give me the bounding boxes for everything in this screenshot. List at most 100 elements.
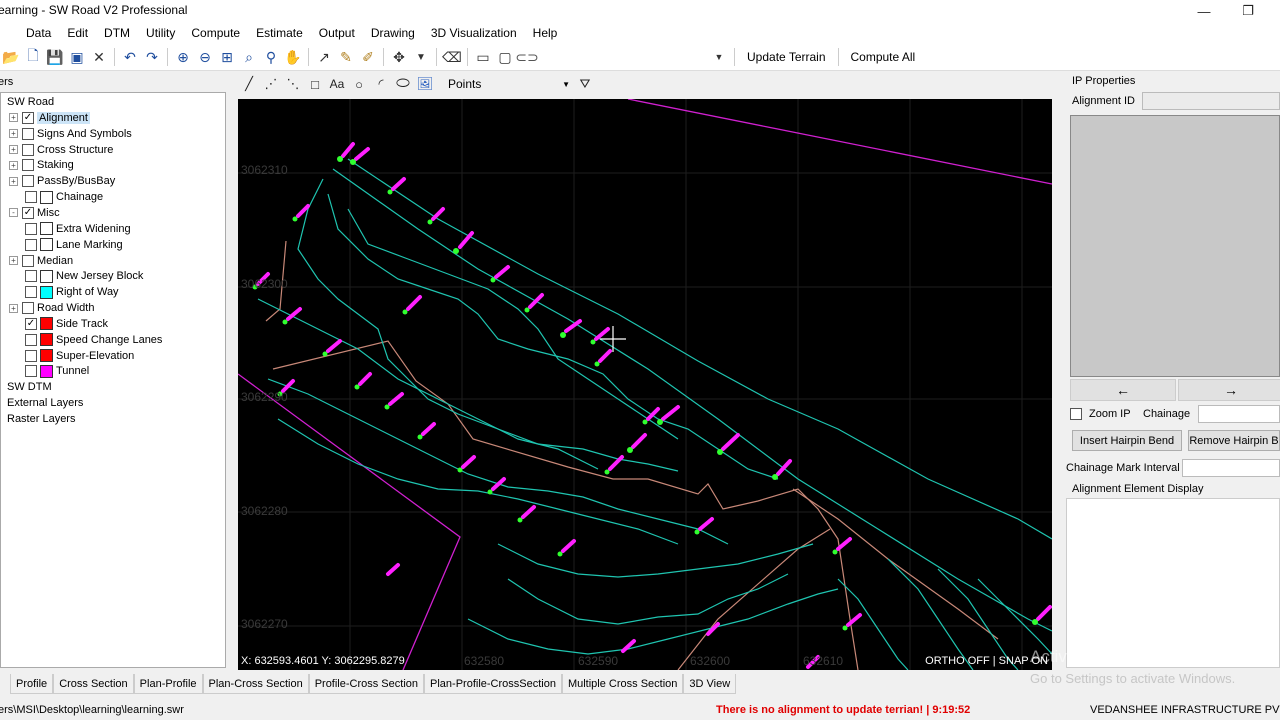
frame-icon[interactable]: ▢ [494,46,516,68]
zoom-out-icon[interactable]: ⊖ [194,46,216,68]
layer-item[interactable]: + Signs And Symbols [9,126,132,142]
layer-checkbox[interactable]: ✓ [22,111,34,124]
edit-tool-icon[interactable]: ✎ [335,46,357,68]
update-terrain-button[interactable]: Update Terrain [739,50,834,64]
expand-icon[interactable]: + [9,160,18,170]
menu-help[interactable]: Help [525,26,566,40]
zoom-ip-option[interactable]: Zoom IP [1070,408,1131,420]
move-dropdown-icon[interactable]: ▼ [410,46,432,68]
expand-icon[interactable]: + [9,145,18,155]
polyline-icon[interactable]: ⋰ [260,73,282,95]
layer-checkbox[interactable] [25,270,37,283]
zoom-extent-icon[interactable]: ⊞ [216,46,238,68]
text-icon[interactable]: Aa [326,73,348,95]
tab-plan-profile-crosssection[interactable]: Plan-Profile-CrossSection [424,674,562,694]
layer-checkbox[interactable] [22,254,34,267]
layer-checkbox[interactable] [22,302,34,315]
redo-icon[interactable]: ↷ [141,46,163,68]
tab-plan-profile[interactable]: Plan-Profile [133,674,203,694]
layer-checkbox[interactable] [25,238,37,251]
arc-icon[interactable]: ◜ [370,73,392,95]
layer-item[interactable]: Speed Change Lanes [25,332,162,348]
layer-color-swatch[interactable] [40,285,53,299]
layer-item[interactable]: + Median [9,253,73,269]
insert-hairpin-bend-button[interactable]: Insert Hairpin Bend [1072,430,1182,451]
minimize-button[interactable]: — [1184,0,1224,22]
pick-icon[interactable]: ⚲ [260,46,282,68]
menu-data[interactable]: Data [18,26,59,40]
layer-item[interactable]: Tunnel [25,363,89,379]
pen-icon[interactable]: ✐ [357,46,379,68]
prev-ip-button[interactable]: ← [1070,379,1176,401]
layer-checkbox[interactable]: ✓ [22,206,34,219]
move-icon[interactable]: ✥ [388,46,410,68]
tab-cross-section[interactable]: Cross Section [53,674,134,694]
layer-tree[interactable]: SW Road + ✓ Alignment + Signs And Symbols + Cro… [0,92,226,668]
image-icon[interactable]: 🖼 [414,73,436,95]
layer-item[interactable]: + Staking [9,157,74,173]
tab-plan-cross-section[interactable]: Plan-Cross Section [202,674,309,694]
zoom-ip-checkbox[interactable] [1070,408,1082,420]
layer-checkbox[interactable] [25,222,37,235]
layer-item[interactable]: External Layers [7,395,83,411]
menu-compute[interactable]: Compute [183,26,248,40]
expand-icon[interactable]: + [9,129,18,139]
open-dropdown-icon[interactable]: 📂 [0,46,22,68]
menu-utility[interactable]: Utility [138,26,183,40]
layer-color-swatch[interactable] [40,238,53,252]
layer-checkbox[interactable] [22,175,34,188]
menu-dtm[interactable]: DTM [96,26,138,40]
layer-checkbox[interactable] [25,286,37,299]
layer-color-swatch[interactable] [40,364,53,378]
layer-color-swatch[interactable] [40,349,53,363]
link-icon[interactable]: ⊂⊃ [515,46,538,68]
undo-icon[interactable]: ↶ [119,46,141,68]
tab-multiple-cross-section[interactable]: Multiple Cross Section [561,674,684,694]
alignment-id-field[interactable] [1142,92,1280,110]
layer-checkbox[interactable] [25,191,37,204]
layer-item[interactable]: + ✓ Alignment [9,110,90,126]
pan-icon[interactable]: ✋ [282,46,304,68]
compute-all-button[interactable]: Compute All [843,50,924,64]
layer-color-swatch[interactable] [40,190,53,204]
eraser-icon[interactable]: ⌫ [441,46,463,68]
rectangle-icon[interactable]: □ [304,73,326,95]
next-ip-button[interactable]: → [1178,379,1280,401]
layer-checkbox[interactable] [22,143,34,156]
menu-drawing[interactable]: Drawing [363,26,423,40]
close-x-icon[interactable]: ✕ [88,46,110,68]
zoom-in-icon[interactable]: ⊕ [172,46,194,68]
layer-item[interactable]: Lane Marking [25,237,123,253]
menu-output[interactable]: Output [311,26,363,40]
tab-profile[interactable]: Profile [10,674,54,694]
layer-item[interactable]: - ✓ Misc [9,205,60,221]
save-icon[interactable]: 💾 [44,46,66,68]
layer-item[interactable]: Right of Way [25,284,119,300]
layer-item[interactable]: ✓ Side Track [25,316,108,332]
layer-item[interactable]: New Jersey Block [25,268,143,284]
chainage-mark-interval-field[interactable] [1182,459,1280,477]
layer-item[interactable]: Raster Layers [7,411,75,427]
points-dropdown[interactable]: Points ▼ [444,74,574,94]
layer-checkbox[interactable] [25,365,37,378]
layer-color-swatch[interactable] [40,269,53,283]
collapse-icon[interactable]: - [9,208,18,218]
layer-color-swatch[interactable] [40,333,53,347]
tab-3d-view[interactable]: 3D View [683,674,737,694]
layer-checkbox[interactable] [22,127,34,140]
menu-estimate[interactable]: Estimate [248,26,311,40]
layer-checkbox[interactable] [25,349,37,362]
layer-color-swatch[interactable] [40,222,53,236]
circle-icon[interactable]: ○ [348,73,370,95]
zoom-window-icon[interactable]: ⌕ [238,46,260,68]
layer-item[interactable]: Chainage [25,189,103,205]
new-icon[interactable]: 🗋 [22,46,44,68]
layer-item[interactable]: SW Road [7,94,54,110]
toolbar-dropdown-icon[interactable]: ▼ [708,46,730,68]
expand-icon[interactable]: + [9,113,18,123]
chainage-field[interactable] [1198,405,1280,423]
line-tool-icon[interactable]: ↗ [313,46,335,68]
menu-3d-visualization[interactable]: 3D Visualization [423,26,525,40]
tab-profile-cross-section[interactable]: Profile-Cross Section [308,674,425,694]
multiline-icon[interactable]: ⋱ [282,73,304,95]
